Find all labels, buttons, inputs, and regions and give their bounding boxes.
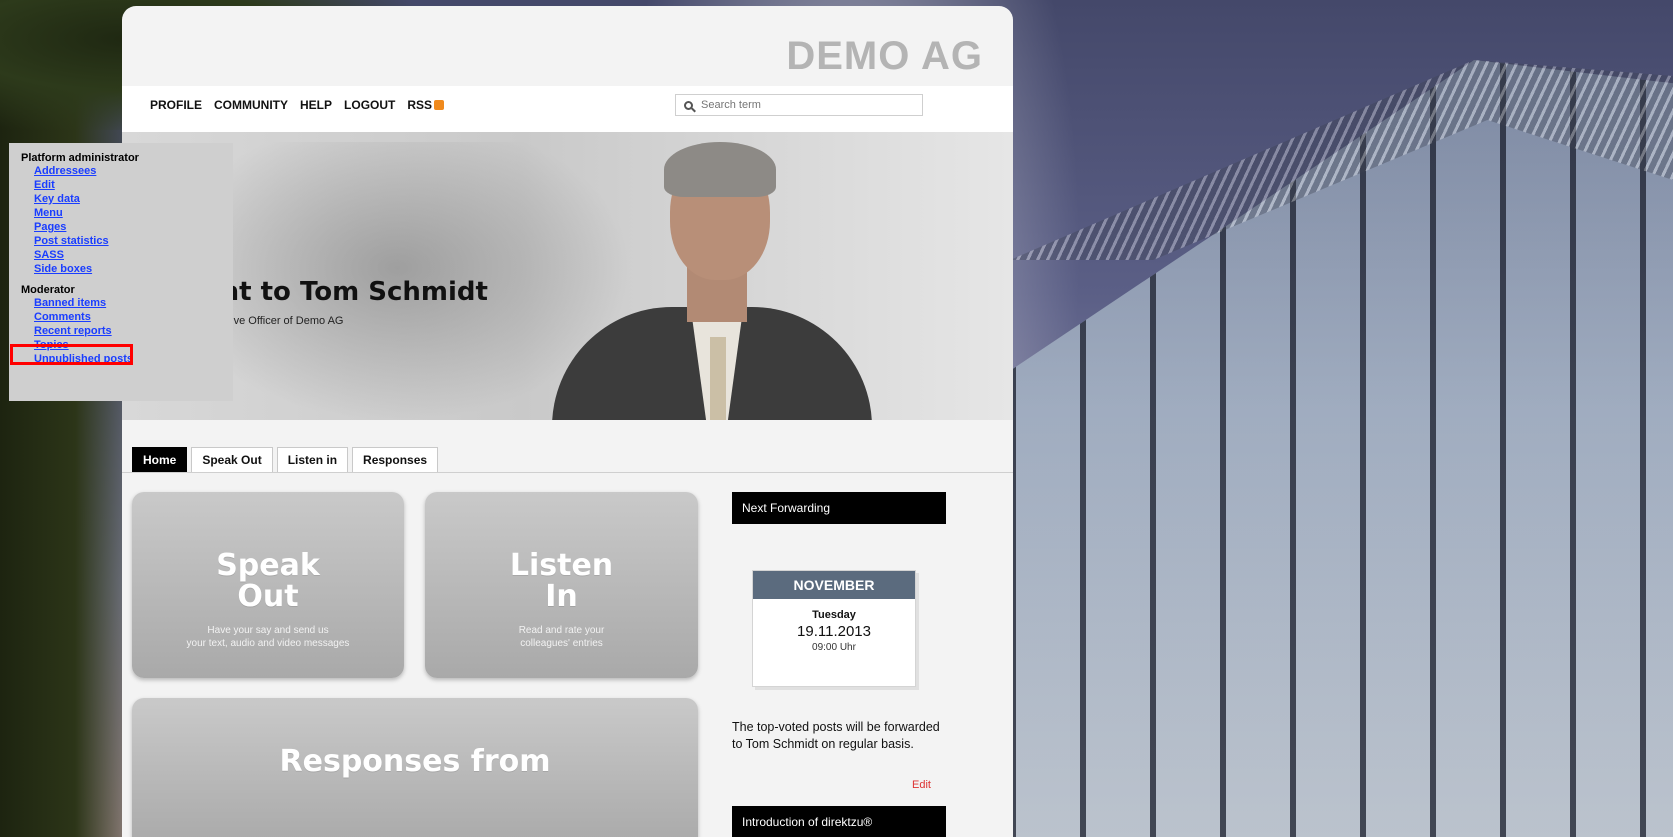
tabs-divider [122,472,1013,473]
listen-in-tile-title-1: Listen [509,548,614,583]
search-box[interactable] [675,94,923,116]
admin-link-key-data[interactable]: Key data [21,192,233,206]
speak-out-tile-desc-2: your text, audio and video messages [186,638,350,649]
platform-administrator-heading: Platform administrator [21,152,139,164]
admin-link-side-boxes[interactable]: Side boxes [21,262,233,276]
main-page: DEMO AG PROFILE COMMUNITY HELP LOGOUT RS… [122,6,1013,837]
nav-rss[interactable]: RSS [407,98,445,112]
listen-in-tile[interactable]: Listen In Read and rate your colleagues'… [425,492,698,678]
admin-link-addressees[interactable]: Addressees [21,164,233,178]
speak-out-tile-title-2: Out [237,579,299,614]
calendar-month: NOVEMBER [753,571,915,599]
admin-link-banned-items[interactable]: Banned items [21,296,233,310]
moderator-heading: Moderator [21,284,75,296]
ceo-portrait-image [552,142,872,420]
admin-link-pages[interactable]: Pages [21,220,233,234]
search-icon [684,100,693,110]
forwarding-description: The top-voted posts will be forwarded to… [732,720,940,751]
admin-section-separator [21,276,233,284]
portrait-tie [710,337,726,420]
speak-out-tile-title-1: Speak [216,548,320,583]
search-input[interactable] [699,98,903,112]
content-tabs: Home Speak Out Listen in Responses [132,447,439,473]
listen-in-tile-title-2: In [545,579,578,614]
calendar-widget: NOVEMBER Tuesday 19.11.2013 09:00 Uhr [752,570,916,687]
admin-link-comments[interactable]: Comments [21,310,233,324]
rss-icon [434,100,445,110]
admin-link-post-statistics[interactable]: Post statistics [21,234,233,248]
tab-home[interactable]: Home [132,447,188,473]
main-navigation: PROFILE COMMUNITY HELP LOGOUT RSS [150,98,445,112]
next-forwarding-header: Next Forwarding [732,492,946,524]
tab-responses[interactable]: Responses [352,447,439,473]
edit-link[interactable]: Edit [912,779,931,791]
tab-speak-out[interactable]: Speak Out [191,447,273,473]
calendar-date: 19.11.2013 [797,623,871,640]
admin-link-menu[interactable]: Menu [21,206,233,220]
nav-help[interactable]: HELP [300,98,332,112]
speak-out-tile[interactable]: Speak Out Have your say and send us your… [132,492,404,678]
nav-rss-label: RSS [407,98,433,112]
calendar-time: 09:00 Uhr [812,642,856,653]
hero-title: ght to Tom Schmidt [202,277,488,307]
nav-logout[interactable]: LOGOUT [344,98,395,112]
nav-profile[interactable]: PROFILE [150,98,202,112]
portrait-hair [664,142,776,197]
hero-subtitle: utive Officer of Demo AG [222,315,344,327]
admin-link-sass[interactable]: SASS [21,248,233,262]
brand-logo: DEMO AG [786,34,983,78]
admin-link-edit[interactable]: Edit [21,178,233,192]
tab-listen-in[interactable]: Listen in [276,447,349,473]
calendar-weekday: Tuesday [812,609,856,621]
speak-out-tile-desc-1: Have your say and send us [207,625,329,636]
listen-in-tile-desc-1: Read and rate your [518,625,605,636]
responses-tile-title: Responses from [279,744,551,779]
admin-link-recent-reports[interactable]: Recent reports [21,324,233,338]
topics-highlight-box [10,344,133,365]
listen-in-tile-desc-2: colleagues' entries [520,638,603,649]
responses-tile[interactable]: Responses from [132,698,698,837]
hero-banner: ght to Tom Schmidt utive Officer of Demo… [122,132,1013,420]
nav-community[interactable]: COMMUNITY [214,98,288,112]
introduction-header: Introduction of direktzu® [732,806,946,837]
